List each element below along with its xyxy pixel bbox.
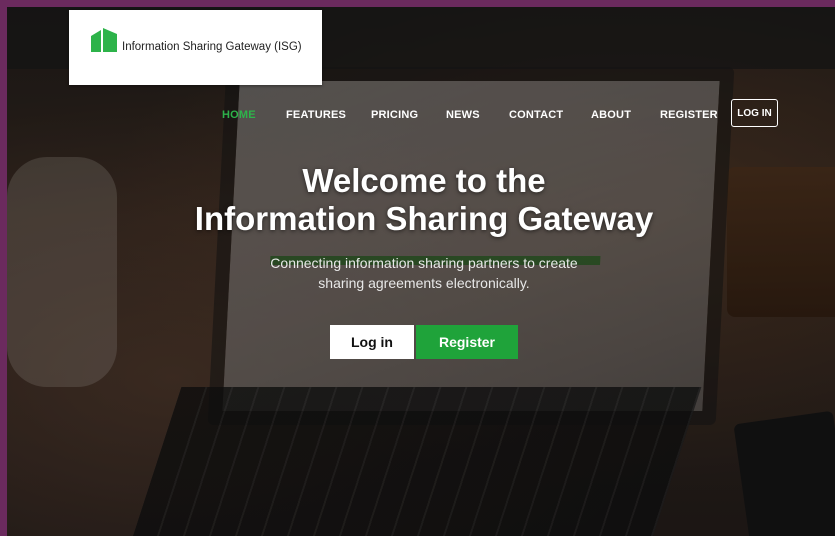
nav-register[interactable]: REGISTER (660, 109, 718, 121)
hero-register-button[interactable]: Register (416, 325, 518, 359)
hero-login-button[interactable]: Log in (330, 325, 414, 359)
main-nav: HOME FEATURES PRICING NEWS CONTACT ABOUT… (7, 109, 835, 131)
brand-name: Information Sharing Gateway (ISG) (122, 41, 302, 53)
nav-features[interactable]: FEATURES (286, 109, 346, 121)
nav-home[interactable]: HOME (222, 109, 256, 121)
hero-title-line1: Welcome to the (302, 162, 546, 199)
logo-card[interactable]: Information Sharing Gateway (ISG) (69, 10, 322, 85)
hero-subtitle-line2: sharing agreements electronically. (318, 275, 530, 291)
page-frame: Information Sharing Gateway (ISG) HOME F… (7, 7, 835, 536)
nav-news[interactable]: NEWS (446, 109, 480, 121)
nav-about[interactable]: ABOUT (591, 109, 631, 121)
hero-title: Welcome to the Information Sharing Gatew… (7, 162, 835, 238)
nav-contact[interactable]: CONTACT (509, 109, 563, 121)
hero-subtitle-line1: Connecting information sharing partners … (270, 255, 578, 271)
nav-login-button[interactable]: LOG IN (731, 99, 778, 127)
hero-title-line2: Information Sharing Gateway (194, 200, 654, 237)
hero-subtitle: Connecting information sharing partners … (7, 253, 835, 293)
nav-pricing[interactable]: PRICING (371, 109, 418, 121)
isg-logo-icon (91, 28, 117, 52)
